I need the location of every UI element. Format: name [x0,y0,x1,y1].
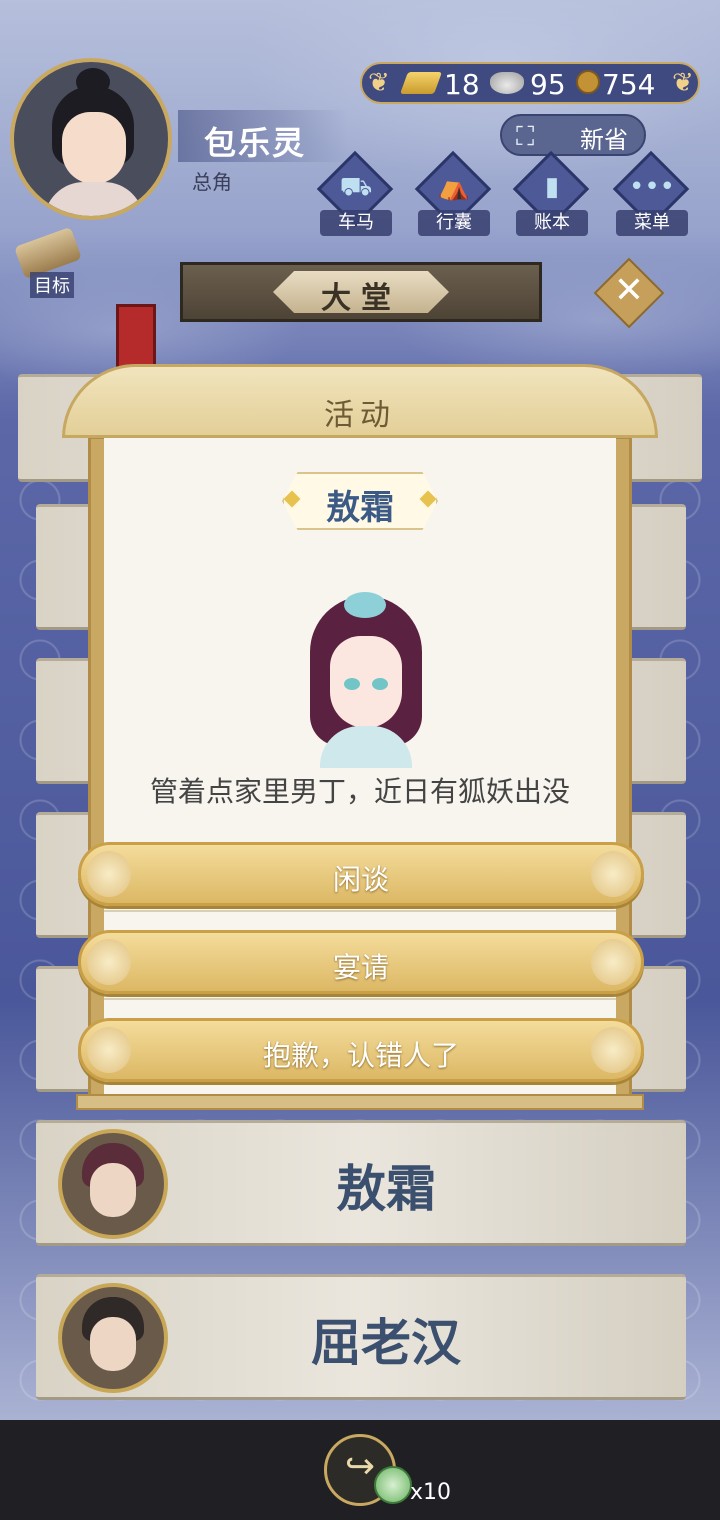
choice-label: 闲谈 [332,863,389,896]
menu-bag-button[interactable]: ⛺ 行囊 [414,150,494,238]
choice-chat-button[interactable]: 闲谈 [78,842,644,906]
npc-name: 敖霜 [326,488,394,528]
menu-label: 账本 [516,210,588,236]
resource-bar: ❦ 18 95 754 ❦ [360,62,700,104]
jade-count: x10 [410,1480,452,1505]
menu-ledger-button[interactable]: ▮ 账本 [512,150,592,238]
choice-label: 宴请 [332,951,389,984]
eye [372,678,388,690]
silver-count: 95 [530,68,566,101]
list-item-qulaohan[interactable]: 屈老汉 [36,1274,686,1400]
face [90,1317,136,1371]
province-button[interactable]: ⛶ 新省 [500,114,646,156]
dialog-title: 活动 [324,398,396,433]
eye [344,678,360,690]
close-icon: ✕ [613,270,645,311]
hall-title-banner: 大堂 [180,262,542,322]
province-label: 新省 [580,126,628,154]
npc-quote: 管着点家里男丁，近日有狐妖出没 [149,775,570,808]
menu-more-button[interactable]: ••• 菜单 [612,150,692,238]
menu-label: 行囊 [418,210,490,236]
more-icon: ••• [628,172,675,202]
menu-carriage-button[interactable]: ⛟ 车马 [316,150,396,238]
npc-name: 屈老汉 [311,1314,461,1372]
player-name: 包乐灵 [204,124,307,162]
player-avatar[interactable] [10,58,172,220]
npc-avatar [58,1283,168,1393]
gold-bar-icon [399,72,443,94]
carriage-icon: ⛟ [339,172,373,202]
divider [104,998,616,1000]
choice-label: 抱歉，认错人了 [262,1039,459,1072]
goal-label: 目标 [30,272,74,298]
bamboo-icon: ❦ [672,68,694,98]
silver-ingot-icon [490,72,524,94]
hair-bow [344,592,386,618]
body [44,182,144,216]
bamboo-icon: ❦ [368,68,390,98]
kneeling-figure-icon: ⛶ [516,122,535,152]
hall-title: 大堂 [321,281,401,316]
goal-button[interactable]: 目标 [13,226,84,298]
menu-label: 车马 [320,210,392,236]
ledger-icon: ▮ [544,172,560,202]
copper-coin-icon [576,70,600,94]
face [62,112,126,184]
divider [104,910,616,912]
menu-label: 菜单 [616,210,688,236]
list-item-aoshuang[interactable]: 敖霜 [36,1120,686,1246]
dialog-footer [76,1094,644,1110]
face [330,636,402,728]
coin-count: 754 [602,68,656,101]
gold-count: 18 [444,68,480,101]
npc-avatar [58,1129,168,1239]
npc-portrait [290,586,440,768]
jade-icon [374,1466,412,1504]
choice-banquet-button[interactable]: 宴请 [78,930,644,994]
bag-icon: ⛺ [437,172,471,202]
face [90,1163,136,1217]
npc-name: 敖霜 [336,1160,436,1218]
player-rank: 总角 [192,170,232,194]
choice-apologize-button[interactable]: 抱歉，认错人了 [78,1018,644,1082]
